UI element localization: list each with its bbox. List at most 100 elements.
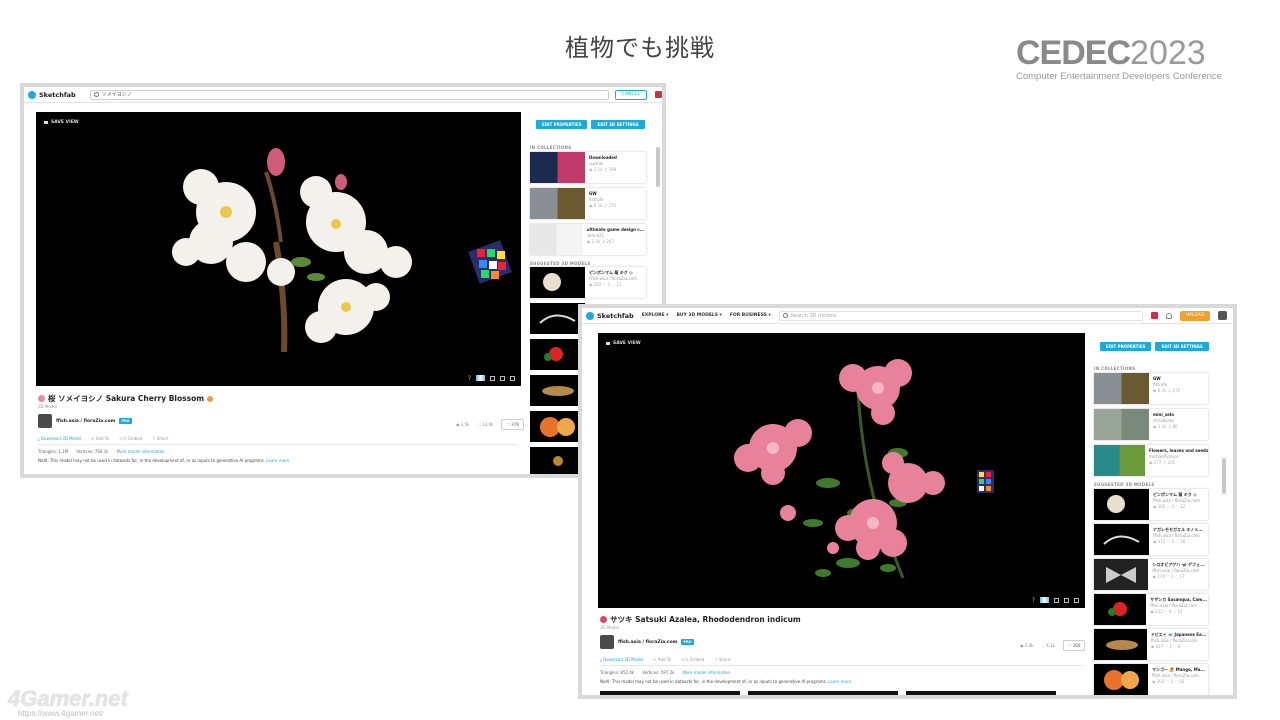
3d-viewer[interactable]: SAVE VIEW ?	[36, 112, 521, 386]
suggested-model-card[interactable]: ナガレモモガエル キノメ... ffish.asia / floraZia.com…	[1094, 524, 1208, 555]
search-input[interactable]: Search 3D models	[778, 310, 1144, 321]
embed-button[interactable]: </> Embed	[119, 436, 142, 441]
vr-icon[interactable]	[500, 375, 505, 381]
download-button[interactable]: ⤓ Download 3D Model	[600, 657, 643, 662]
suggested-model-stats: ◉ 192 ♡ 3 ◌ 12	[1153, 504, 1186, 509]
model-type: 3D Model	[38, 404, 57, 409]
nav-for-business[interactable]: FOR BUSINESS ▾	[730, 313, 771, 318]
nav-buy-3d-models[interactable]: BUY 3D MODELS ▾	[676, 313, 721, 318]
author-row[interactable]: ffish.asia / floraZia.com PRO	[600, 635, 694, 649]
comments-count: ◌ 4.1k	[1041, 643, 1055, 648]
divider	[600, 665, 1084, 666]
staff-pick-icon	[207, 395, 214, 402]
settings-icon[interactable]	[490, 375, 495, 381]
edit-properties-button[interactable]: EDIT PROPERTIES	[1100, 342, 1152, 351]
model-title-text: サツキ Satsuki Azalea, Rhododendron indicum	[610, 615, 801, 624]
model-title: 桜 ソメイヨシノ Sakura Cherry Blossom	[38, 393, 214, 404]
suggested-model-card[interactable]: ドビエイ 🐟 Japanese Ea... ffish.asia / floraZ…	[1094, 629, 1208, 660]
help-icon[interactable]: ?	[468, 375, 471, 381]
upload-button[interactable]: UPLOAD	[1180, 310, 1211, 321]
learn-more-link[interactable]: Learn more	[266, 458, 289, 463]
fullscreen-icon[interactable]	[510, 375, 515, 381]
add-to-button[interactable]: + Add To	[91, 436, 109, 441]
brand-label: Sketchfab	[39, 90, 76, 99]
suggested-models-heading: SUGGESTED 3D MODELS	[530, 261, 591, 266]
collection-thumbnail	[1094, 373, 1149, 404]
learn-more-link[interactable]: Learn more	[828, 679, 851, 684]
suggested-model-card[interactable]: マンゴー 🥭 Mango, Ma... ffish.asia / floraZia…	[1094, 664, 1208, 695]
sidebar-scrollbar[interactable]	[1222, 458, 1226, 494]
settings-icon[interactable]	[1054, 597, 1059, 603]
collection-stats: ◉ 6.1k ♫ 272	[589, 203, 617, 208]
embed-button[interactable]: </> Embed	[681, 657, 704, 662]
author-avatar[interactable]	[38, 414, 52, 428]
model-actions: ⤓ Download 3D Model + Add To </> Embed ⇪…	[38, 436, 168, 441]
noai-text: NoAI: This model may not be used in data…	[600, 679, 827, 684]
navigation-icon[interactable]	[1040, 597, 1049, 603]
cancel-button[interactable]: CANCEL	[614, 89, 648, 100]
suggested-model-thumbnail[interactable]	[530, 411, 585, 442]
like-button[interactable]: ♡ 379	[501, 419, 524, 430]
model-actions: ⤓ Download 3D Model + Add To </> Embed ⇪…	[600, 657, 730, 662]
collection-card[interactable]: mini_sela chrisbasky ◉ 2.1k ♫ 80	[1094, 409, 1208, 440]
collection-card[interactable]: ultimate game design c... sharnl21 ◉ 2.5k …	[530, 224, 646, 255]
more-info-link[interactable]: More model information	[117, 449, 165, 454]
suggested-model-thumbnail	[530, 267, 585, 298]
nav-explore[interactable]: EXPLORE ▾	[642, 313, 669, 318]
share-button[interactable]: ⇪ Share	[152, 436, 168, 441]
cherry-blossom-model	[172, 148, 512, 353]
edit-properties-button[interactable]: EDIT PROPERTIES	[536, 120, 588, 129]
suggested-model-card[interactable]: ピンポンマム 菊 キク ◎ ffish.asia / floraZia.com ◉ …	[1094, 489, 1208, 520]
suggested-model-thumbnail[interactable]	[530, 303, 585, 334]
collection-card[interactable]: GW fistrufe ◉ 6.1k ♫ 272	[530, 188, 646, 219]
author-row[interactable]: ffish.asia / floraZia.com PRO	[38, 414, 132, 428]
cart-icon[interactable]	[1151, 312, 1159, 319]
suggested-model-stats: ◉ 192 ♡ 3 ◌ 12	[589, 282, 622, 287]
cedec-logo-year: 2023	[1130, 34, 1206, 72]
collection-thumbnail	[530, 188, 585, 219]
notification-icon[interactable]	[1166, 312, 1172, 319]
viewer-toolbar: ?	[468, 375, 515, 381]
download-button[interactable]: ⤓ Download 3D Model	[38, 436, 81, 441]
user-avatar[interactable]	[1218, 311, 1227, 320]
edit-3d-settings-button[interactable]: EDIT 3D SETTINGS	[1155, 342, 1209, 351]
collection-card[interactable]: Flowers, leaves and seeds michaelfvisual ◉…	[1094, 445, 1208, 476]
sketchfab-logo[interactable]: Sketchfab	[28, 90, 76, 99]
suggested-model-thumbnail[interactable]	[530, 447, 585, 474]
search-input[interactable]: ソメイヨシノ	[89, 89, 609, 100]
suggested-model-thumbnail	[1094, 559, 1149, 590]
in-collections-heading: IN COLLECTIONS	[530, 145, 572, 150]
suggested-model-thumbnail[interactable]	[530, 339, 585, 370]
author-avatar[interactable]	[600, 635, 614, 649]
model-geometry-info: Triangles: 1.1M Vertices: 766.1k More mo…	[38, 449, 165, 454]
cart-icon[interactable]	[655, 91, 662, 98]
collection-card[interactable]: Downloaded uuishik ◉ 2.1k ♫ 798	[530, 152, 646, 183]
collection-thumbnail	[1094, 445, 1146, 476]
collection-card[interactable]: GW fistrufe ◉ 6.1k ♫ 272	[1094, 373, 1208, 404]
suggested-model-card[interactable]: サザンカ Sasanqua, Cam... ffish.asia / floraZ…	[1094, 594, 1208, 625]
suggested-model-card[interactable]: シロオビアゲハ 🦋 ゲフェ... ffish.asia / floraZia.co…	[1094, 559, 1208, 590]
share-button[interactable]: ⇪ Share	[714, 657, 730, 662]
more-info-link[interactable]: More model information	[683, 670, 731, 675]
author-name[interactable]: ffish.asia / floraZia.com	[618, 640, 677, 645]
suggested-model-card[interactable]: ピンポンマム 菊 キク ◎ Ffish.asia / floraZia.com ◉ …	[530, 267, 646, 298]
cedec-logo: CEDEC2023 Computer Entertainment Develop…	[1016, 36, 1226, 86]
sidebar-scrollbar[interactable]	[656, 147, 660, 187]
add-to-button[interactable]: + Add To	[653, 657, 671, 662]
navigation-icon[interactable]	[476, 375, 485, 381]
sketchfab-logo[interactable]: Sketchfab	[586, 311, 634, 320]
vr-icon[interactable]	[1064, 597, 1069, 603]
edit-3d-settings-button[interactable]: EDIT 3D SETTINGS	[591, 120, 645, 129]
suggested-model-thumbnail	[1094, 629, 1147, 660]
top-bar: Sketchfab ソメイヨシノ CANCEL	[24, 87, 662, 103]
like-button[interactable]: ♡ 166	[1062, 640, 1086, 651]
search-value: ソメイヨシノ	[101, 92, 132, 98]
suggested-model-thumbnail[interactable]	[530, 375, 585, 406]
vertices-count: Vertices: 597.2k	[642, 670, 675, 675]
help-icon[interactable]: ?	[1032, 597, 1035, 603]
suggested-model-stats: ◉ 232 ♡ 4 ◌ 10	[1150, 609, 1183, 614]
3d-viewer[interactable]: SAVE VIEW ?	[598, 333, 1085, 608]
triangles-count: Triangles: 852.4k	[600, 670, 635, 675]
fullscreen-icon[interactable]	[1074, 597, 1079, 603]
author-name[interactable]: ffish.asia / floraZia.com	[56, 419, 115, 424]
